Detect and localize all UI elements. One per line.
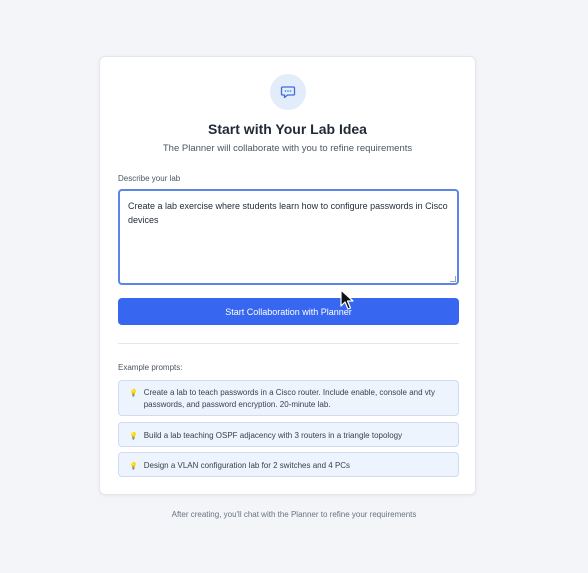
divider [118, 343, 459, 344]
lightbulb-icon: 💡 [129, 433, 138, 440]
lab-description-wrapper: Create a lab exercise where students lea… [118, 189, 459, 285]
example-prompt-1[interactable]: 💡 Create a lab to teach passwords in a C… [118, 380, 459, 416]
lightbulb-icon: 💡 [129, 390, 138, 397]
lightbulb-icon: 💡 [129, 463, 138, 470]
lab-description-input[interactable]: Create a lab exercise where students lea… [118, 189, 459, 285]
example-prompt-text: Build a lab teaching OSPF adjacency with… [143, 431, 403, 440]
footer-note: After creating, you'll chat with the Pla… [171, 510, 417, 519]
example-prompt-text: Create a lab to teach passwords in a Cis… [143, 388, 435, 409]
mouse-pointer-icon [340, 289, 354, 310]
example-prompt-2[interactable]: 💡 Build a lab teaching OSPF adjacency wi… [118, 422, 459, 447]
page-subtitle: The Planner will collaborate with you to… [162, 143, 413, 154]
chat-bubble-icon [270, 74, 306, 110]
page-title: Start with Your Lab Idea [208, 121, 367, 137]
examples-label: Example prompts: [118, 363, 183, 372]
example-prompt-text: Design a VLAN configuration lab for 2 sw… [143, 461, 351, 470]
resize-grip-icon[interactable] [450, 276, 456, 282]
start-collaboration-button[interactable]: Start Collaboration with Planner [118, 298, 459, 325]
lab-description-label: Describe your lab [118, 174, 181, 183]
example-prompt-3[interactable]: 💡 Design a VLAN configuration lab for 2 … [118, 452, 459, 477]
lab-idea-card: Start with Your Lab Idea The Planner wil… [99, 56, 476, 495]
